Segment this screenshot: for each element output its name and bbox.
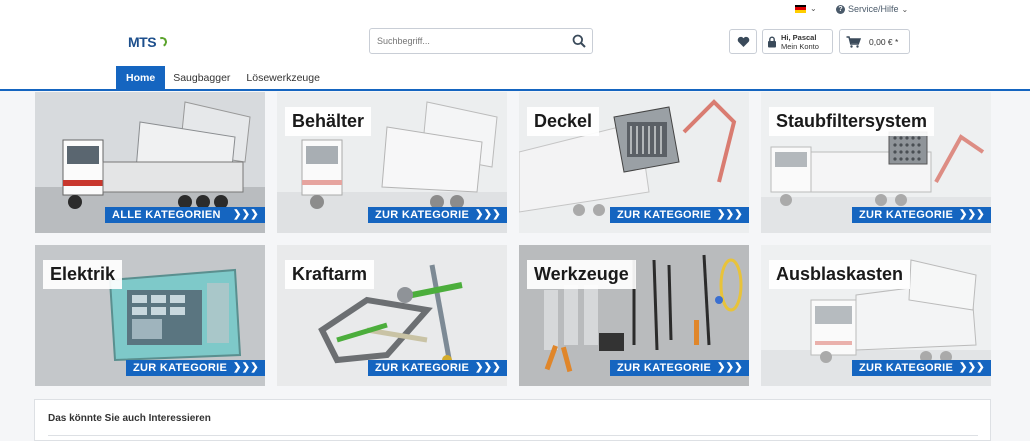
category-link[interactable]: ZUR KATEGORIE ❯❯❯ — [852, 360, 991, 376]
chevron-triple-right-icon: ❯❯❯ — [474, 362, 501, 373]
category-title: Behälter — [285, 107, 372, 136]
category-link[interactable]: ZUR KATEGORIE ❯❯❯ — [610, 360, 749, 376]
account-text: Hi, Pascal Mein Konto — [781, 33, 819, 51]
category-tile-werkzeuge[interactable]: Werkzeuge ZUR KATEGORIE ❯❯❯ — [519, 245, 749, 386]
help-icon: ? — [836, 4, 845, 14]
search-box — [369, 28, 593, 54]
chevron-down-icon: ⌄ — [810, 4, 817, 13]
wishlist-button[interactable] — [729, 29, 757, 54]
chevron-triple-right-icon: ❯❯❯ — [958, 362, 985, 373]
cart-icon — [846, 35, 861, 48]
category-tile-ausblaskasten[interactable]: Ausblaskasten ZUR KATEGORIE ❯❯❯ — [761, 245, 991, 386]
category-link[interactable]: ALLE KATEGORIEN ❯❯❯ — [105, 207, 265, 223]
category-tile-all[interactable]: ALLE KATEGORIEN ❯❯❯ — [35, 92, 265, 233]
nav-tab-loesewerkzeuge[interactable]: Lösewerkzeuge — [238, 66, 328, 90]
main-navigation: Home Saugbagger Lösewerkzeuge — [116, 66, 328, 90]
nav-tab-home[interactable]: Home — [116, 66, 166, 90]
cta-label: ZUR KATEGORIE — [375, 209, 470, 221]
chevron-triple-right-icon: ❯❯❯ — [716, 362, 743, 373]
chevron-triple-right-icon: ❯❯❯ — [232, 209, 259, 220]
chevron-triple-right-icon: ❯❯❯ — [716, 209, 743, 220]
cta-label: ZUR KATEGORIE — [375, 362, 470, 374]
cta-label: ZUR KATEGORIE — [133, 362, 228, 374]
divider — [48, 435, 978, 436]
account-button[interactable]: Hi, Pascal Mein Konto — [762, 29, 833, 54]
account-label: Mein Konto — [781, 41, 819, 51]
category-title: Deckel — [527, 107, 600, 136]
cart-price: 0,00 € * — [869, 36, 899, 47]
category-link[interactable]: ZUR KATEGORIE ❯❯❯ — [852, 207, 991, 223]
chevron-down-icon: ⌄ — [901, 4, 909, 14]
lock-icon — [768, 36, 776, 47]
category-tile-deckel[interactable]: Deckel ZUR KATEGORIE ❯❯❯ — [519, 92, 749, 233]
logo[interactable]: MTS — [128, 34, 169, 50]
account-greeting: Hi, Pascal — [781, 32, 817, 42]
cta-label: ZUR KATEGORIE — [859, 209, 954, 221]
logo-swoosh-icon — [155, 35, 169, 49]
cta-label: ZUR KATEGORIE — [617, 209, 712, 221]
category-title: Elektrik — [43, 260, 123, 289]
recommendations-panel: Das könnte Sie auch Interessieren — [34, 399, 991, 441]
cta-label: ZUR KATEGORIE — [617, 362, 712, 374]
heart-icon — [737, 36, 749, 47]
recommendations-title: Das könnte Sie auch Interessieren — [48, 413, 211, 424]
category-title: Staubfiltersystem — [769, 107, 935, 136]
category-link[interactable]: ZUR KATEGORIE ❯❯❯ — [126, 360, 265, 376]
service-label: Service/Hilfe — [848, 4, 899, 14]
category-link[interactable]: ZUR KATEGORIE ❯❯❯ — [368, 207, 507, 223]
cta-label: ZUR KATEGORIE — [859, 362, 954, 374]
chevron-triple-right-icon: ❯❯❯ — [474, 209, 501, 220]
logo-text: MTS — [128, 34, 157, 50]
category-title: Werkzeuge — [527, 260, 636, 289]
category-link[interactable]: ZUR KATEGORIE ❯❯❯ — [368, 360, 507, 376]
category-tile-staubfiltersystem[interactable]: Staubfiltersystem ZUR KATEGORIE ❯❯❯ — [761, 92, 991, 233]
search-button[interactable] — [566, 29, 592, 53]
germany-flag-icon — [795, 4, 806, 13]
cta-label: ALLE KATEGORIEN — [112, 209, 221, 221]
category-tile-elektrik[interactable]: Elektrik ZUR KATEGORIE ❯❯❯ — [35, 245, 265, 386]
service-menu[interactable]: ? Service/Hilfe ⌄ — [836, 4, 908, 14]
header: MTS Hi, Pascal Mein Konto 0,00 € * Home … — [0, 20, 1030, 90]
cart-button[interactable]: 0,00 € * — [839, 29, 910, 54]
category-title: Kraftarm — [285, 260, 375, 289]
chevron-triple-right-icon: ❯❯❯ — [232, 362, 259, 373]
category-tile-kraftarm[interactable]: Kraftarm ZUR KATEGORIE ❯❯❯ — [277, 245, 507, 386]
search-icon — [572, 34, 586, 48]
search-input[interactable] — [370, 36, 566, 46]
category-title: Ausblaskasten — [769, 260, 911, 289]
nav-tab-saugbagger[interactable]: Saugbagger — [165, 66, 238, 90]
nav-divider — [0, 89, 1030, 91]
category-tile-behaelter[interactable]: Behälter ZUR KATEGORIE ❯❯❯ — [277, 92, 507, 233]
top-bar: ⌄ ? Service/Hilfe ⌄ — [0, 0, 1030, 20]
language-selector[interactable]: ⌄ — [795, 4, 817, 13]
chevron-triple-right-icon: ❯❯❯ — [958, 209, 985, 220]
category-link[interactable]: ZUR KATEGORIE ❯❯❯ — [610, 207, 749, 223]
